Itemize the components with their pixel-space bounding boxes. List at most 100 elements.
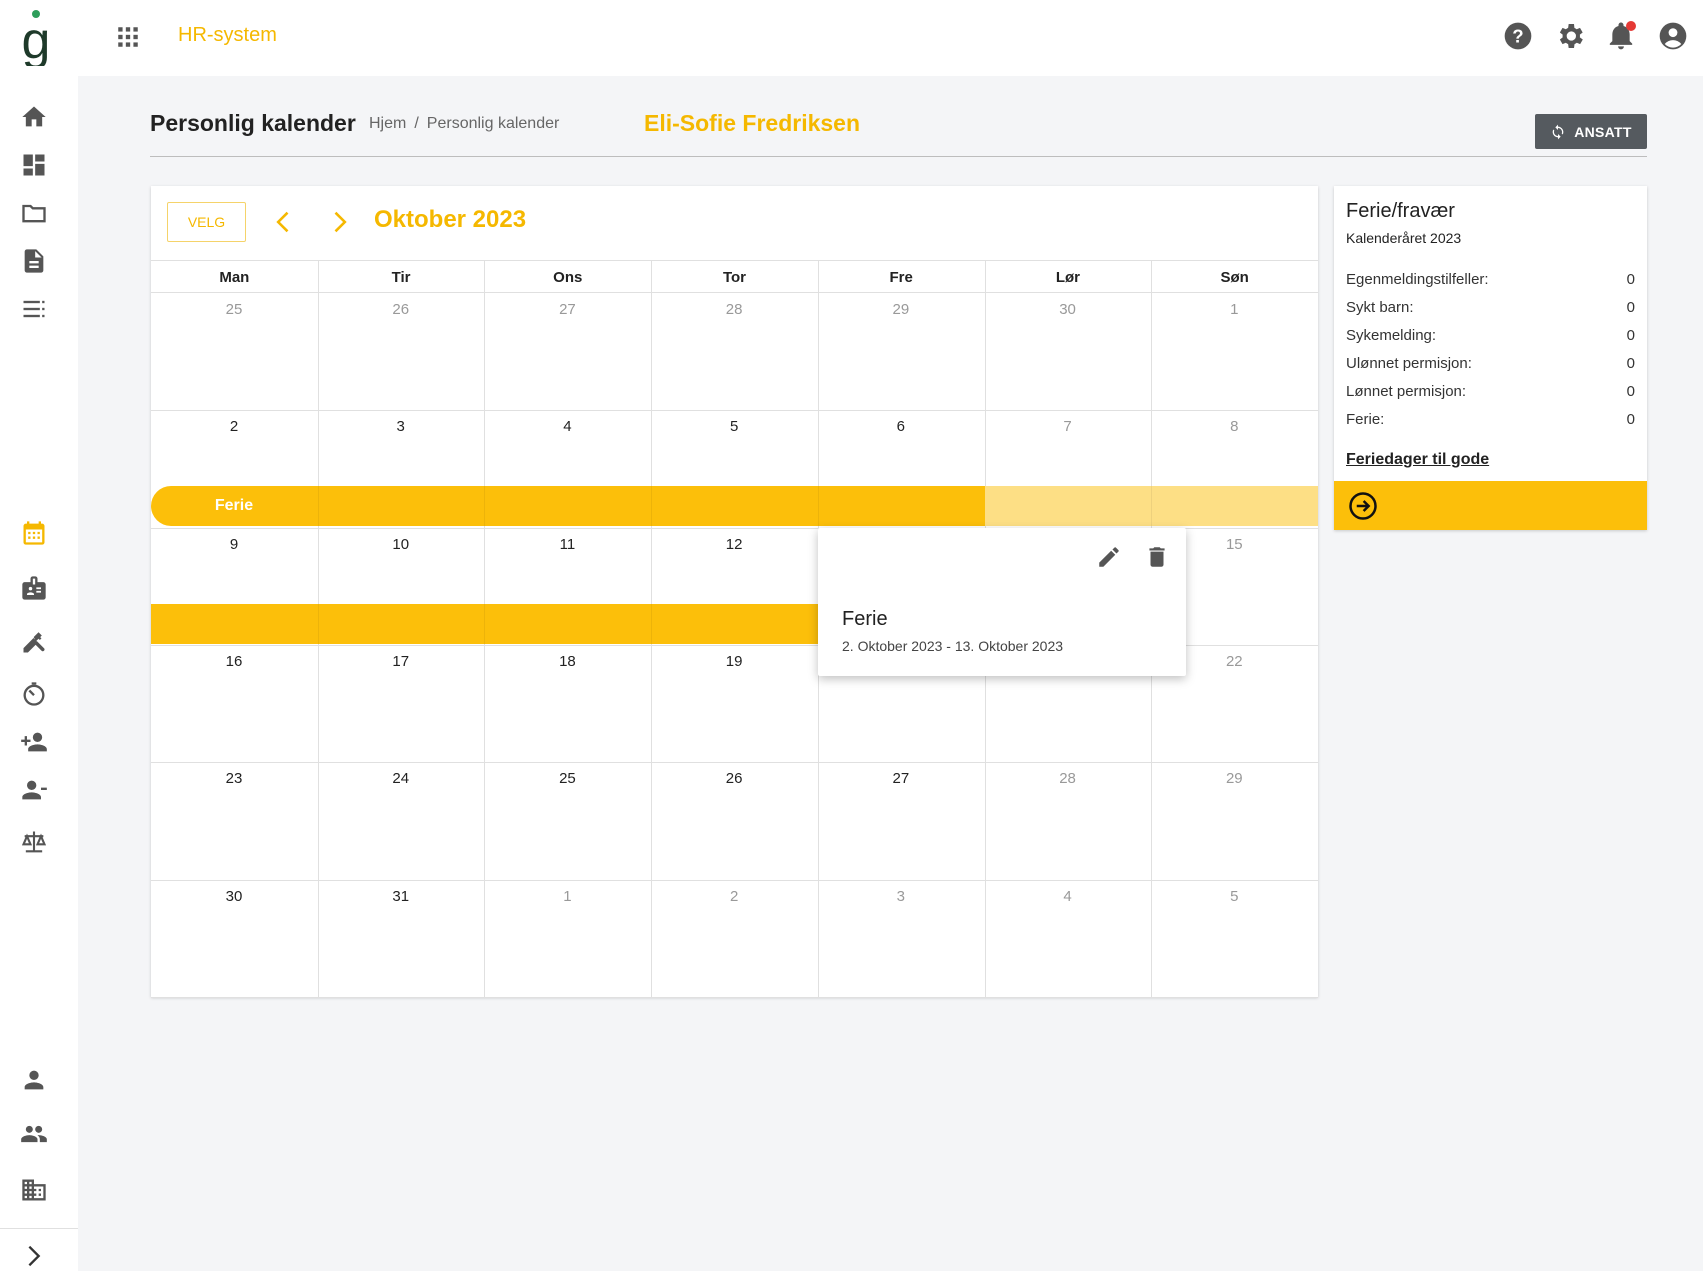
day-number[interactable]: 30 (985, 301, 1151, 318)
summary-title: Ferie/fravær (1346, 200, 1455, 222)
event-label: Ferie (214, 497, 254, 515)
day-number[interactable]: 19 (651, 653, 817, 670)
badge-icon[interactable] (20, 574, 48, 602)
day-number[interactable]: 9 (151, 536, 317, 553)
day-number[interactable]: 27 (484, 301, 650, 318)
day-number[interactable]: 4 (484, 418, 650, 435)
summary-subtitle: Kalenderåret 2023 (1346, 230, 1462, 246)
day-number[interactable]: 29 (1151, 770, 1317, 787)
summary-row-label: Lønnet permisjon: (1346, 383, 1467, 400)
summary-row-label: Sykemelding: (1346, 327, 1437, 344)
day-number[interactable]: 29 (818, 301, 984, 318)
person-icon[interactable] (20, 1066, 48, 1094)
edit-icon[interactable] (1096, 544, 1122, 570)
arrow-right-circle-icon[interactable] (1348, 491, 1378, 521)
chevron-left-icon[interactable] (270, 208, 298, 236)
day-number[interactable]: 24 (318, 770, 484, 787)
breadcrumb-home[interactable]: Hjem (369, 115, 406, 133)
day-number[interactable]: 3 (318, 418, 484, 435)
home-icon[interactable] (20, 103, 48, 131)
notification-badge (1626, 21, 1636, 31)
day-number[interactable]: 18 (484, 653, 650, 670)
day-number[interactable]: 1 (484, 888, 650, 905)
day-number[interactable]: 28 (651, 301, 817, 318)
role-switch-label: ANSATT (1574, 123, 1632, 140)
day-number[interactable]: 17 (318, 653, 484, 670)
vacation-balance-link[interactable]: Feriedager til gode (1346, 451, 1489, 469)
header-divider (150, 156, 1647, 157)
day-number[interactable]: 25 (151, 301, 317, 318)
balance-scale-icon[interactable] (20, 828, 48, 856)
summary-row: Egenmeldingstilfeller: 0 (1346, 271, 1635, 288)
day-number[interactable]: 7 (985, 418, 1151, 435)
popover-title: Ferie (842, 608, 888, 630)
summary-row-value: 0 (1626, 299, 1635, 316)
day-number[interactable]: 1 (1151, 301, 1317, 318)
weekday-header: Tir (391, 269, 411, 286)
calendar-icon[interactable] (20, 519, 48, 547)
day-number[interactable]: 3 (818, 888, 984, 905)
person-add-icon[interactable] (20, 728, 48, 756)
popover-dates: 2. Oktober 2023 - 13. Oktober 2023 (842, 638, 1064, 654)
breadcrumb: Hjem / Personlig kalender (369, 115, 559, 133)
day-number[interactable]: 25 (484, 770, 650, 787)
notifications-button[interactable] (1605, 20, 1637, 52)
summary-row: Lønnet permisjon: 0 (1346, 383, 1635, 400)
summary-row-value: 0 (1626, 327, 1635, 344)
employee-name: Eli-Sofie Fredriksen (644, 110, 861, 136)
day-number[interactable]: 6 (818, 418, 984, 435)
tools-icon[interactable] (20, 628, 48, 656)
select-button[interactable]: VELG (167, 202, 246, 242)
day-number[interactable]: 12 (651, 536, 817, 553)
absence-summary-card: Ferie/fravær Kalenderåret 2023 Egenmeldi… (1334, 186, 1647, 530)
day-number[interactable]: 26 (318, 301, 484, 318)
dashboard-icon[interactable] (20, 151, 48, 179)
logo-icon[interactable]: g (18, 8, 54, 66)
svg-text:g: g (22, 12, 51, 66)
delete-icon[interactable] (1144, 544, 1170, 570)
day-number[interactable]: 5 (1151, 888, 1317, 905)
weekday-header: Tor (722, 269, 747, 286)
building-icon[interactable] (20, 1176, 48, 1204)
top-bar: g HR-system ? (0, 0, 1703, 76)
summary-row: Ulønnet permisjon: 0 (1346, 355, 1635, 372)
day-number[interactable]: 31 (318, 888, 484, 905)
weekday-header: Ons (553, 269, 583, 286)
grid-divider (151, 762, 1318, 764)
chevron-right-icon[interactable] (20, 1242, 48, 1270)
settings-icon[interactable] (1554, 20, 1586, 52)
day-number[interactable]: 4 (985, 888, 1151, 905)
timer-icon[interactable] (20, 680, 48, 708)
day-number[interactable]: 28 (985, 770, 1151, 787)
weekday-header: Man (219, 269, 250, 286)
account-icon[interactable] (1657, 20, 1689, 52)
day-number[interactable]: 23 (151, 770, 317, 787)
person-remove-icon[interactable] (20, 776, 48, 804)
event-bar-ferie[interactable]: Ferie (151, 486, 985, 527)
chevron-right-icon[interactable] (325, 208, 353, 236)
weekday-header: Lør (1055, 269, 1080, 286)
sync-icon (1552, 124, 1564, 139)
bar-separator (317, 486, 319, 527)
day-number[interactable]: 8 (1151, 418, 1317, 435)
day-number[interactable]: 30 (151, 888, 317, 905)
folder-icon[interactable] (20, 199, 48, 227)
day-number[interactable]: 10 (318, 536, 484, 553)
day-number[interactable]: 2 (651, 888, 817, 905)
role-switch-button[interactable]: ANSATT (1535, 114, 1647, 149)
day-number[interactable]: 11 (484, 536, 650, 553)
day-number[interactable]: 26 (651, 770, 817, 787)
group-icon[interactable] (20, 1120, 48, 1148)
apps-grid-icon[interactable] (115, 24, 141, 50)
day-number[interactable]: 27 (818, 770, 984, 787)
day-number[interactable]: 2 (151, 418, 317, 435)
help-icon[interactable]: ? (1502, 20, 1534, 52)
app-title[interactable]: HR-system (178, 24, 277, 47)
day-number[interactable]: 5 (651, 418, 817, 435)
bar-separator (651, 603, 653, 644)
list-icon[interactable] (20, 295, 48, 323)
day-number[interactable]: 16 (151, 653, 317, 670)
event-bar-ferie[interactable] (984, 486, 1318, 527)
document-icon[interactable] (20, 247, 48, 275)
bar-separator (817, 486, 819, 527)
